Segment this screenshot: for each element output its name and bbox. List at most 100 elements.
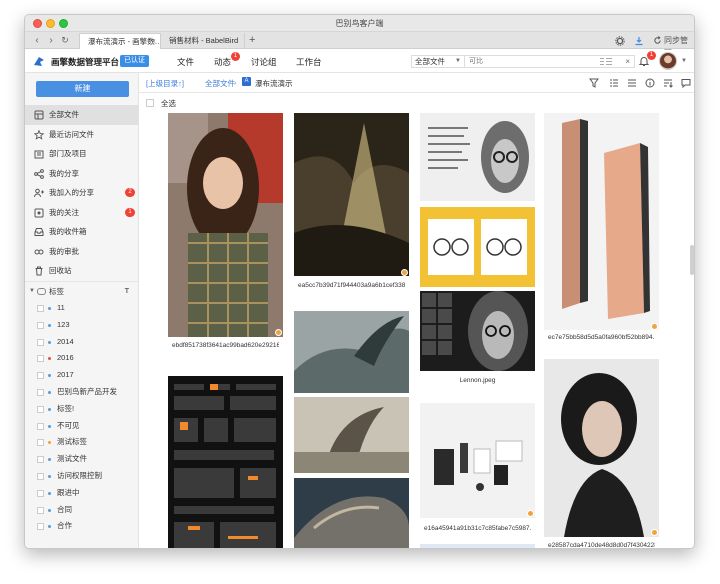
folder-icon: A bbox=[242, 77, 251, 86]
portrait-woman-short-hair-image bbox=[544, 359, 659, 537]
sidebar-item-following[interactable]: 我的关注 1 bbox=[25, 203, 138, 223]
tag-list: 11 123 2014 2016 2017 巴别鸟新产品开发 标签! 不可见 测试标签测试文件访… bbox=[25, 300, 138, 535]
tag-item[interactable]: 标签! bbox=[25, 401, 138, 418]
gallery-item[interactable] bbox=[294, 478, 409, 548]
tag-item[interactable]: 测试文件 bbox=[25, 451, 138, 468]
comment-icon[interactable] bbox=[681, 78, 691, 88]
tag-checkbox[interactable] bbox=[37, 338, 44, 346]
collapse-arrow-icon[interactable]: ▼ bbox=[29, 282, 35, 302]
tag-item[interactable]: 合同 bbox=[25, 502, 138, 519]
tag-item[interactable]: 2016 bbox=[25, 350, 138, 367]
tag-checkbox[interactable] bbox=[37, 456, 44, 464]
gear-icon[interactable] bbox=[615, 36, 625, 46]
tab-close-icon[interactable]: × bbox=[151, 34, 156, 49]
tag-checkbox[interactable] bbox=[37, 321, 44, 329]
tags-section-header[interactable]: ▼ 标签 T bbox=[25, 280, 138, 302]
sidebar-item-label: 我的分享 bbox=[49, 168, 79, 178]
tag-item[interactable]: 11 bbox=[25, 300, 138, 317]
breadcrumb-root[interactable]: 全部文件 bbox=[205, 78, 235, 89]
chevron-down-icon[interactable]: ▼ bbox=[681, 58, 687, 64]
gallery-item[interactable]: ec7e75bb58d5d5a0fa960bf52bb894… bbox=[544, 113, 659, 345]
breadcrumb-separator-icon: › bbox=[234, 78, 237, 87]
tag-checkbox[interactable] bbox=[37, 506, 44, 514]
gallery-item[interactable] bbox=[420, 113, 535, 203]
gallery-item[interactable] bbox=[294, 311, 409, 393]
tag-item[interactable]: 123 bbox=[25, 317, 138, 334]
tag-checkbox[interactable] bbox=[37, 305, 44, 312]
ui-design-elements-image bbox=[168, 376, 283, 548]
tag-checkbox[interactable] bbox=[37, 372, 44, 380]
gallery-item[interactable] bbox=[168, 376, 283, 548]
tag-item[interactable]: 跟进中 bbox=[25, 485, 138, 502]
search-options-icon[interactable] bbox=[600, 57, 612, 66]
tag-color-dot-icon bbox=[48, 307, 51, 310]
tag-filter-icon[interactable]: T bbox=[125, 282, 129, 302]
tag-label: 合作 bbox=[57, 521, 72, 531]
gallery-item[interactable]: e28587cda4710de48d8d0d7f4304228… bbox=[544, 359, 659, 548]
sidebar-item-trash[interactable]: 回收站 bbox=[25, 261, 138, 281]
gallery-item[interactable] bbox=[420, 207, 535, 287]
menu-lines-icon[interactable] bbox=[627, 78, 637, 88]
sidebar-item-label: 部门及项目 bbox=[49, 149, 87, 158]
gallery-item[interactable]: Lennon.jpeg bbox=[420, 291, 535, 391]
tag-checkbox[interactable] bbox=[37, 405, 44, 413]
collapse-sidebar-icon[interactable]: ‹ bbox=[126, 546, 129, 548]
new-button[interactable]: 新建 bbox=[36, 81, 129, 97]
search-input[interactable] bbox=[465, 56, 585, 67]
app-header: 画擎数据管理平台 已认证 文件 动态 1 讨论组 工作台 全部文件 ▼ × 1 … bbox=[25, 50, 694, 73]
tag-item[interactable]: 2014 bbox=[25, 334, 138, 351]
tag-item[interactable]: 访问权限控制 bbox=[25, 468, 138, 485]
filter-icon[interactable] bbox=[589, 78, 599, 88]
search-scope-select[interactable]: 全部文件 ▼ bbox=[411, 55, 465, 68]
sidebar-item-departments[interactable]: 部门及项目 bbox=[25, 144, 138, 164]
reload-icon[interactable]: ↻ bbox=[59, 34, 71, 47]
gallery-item[interactable] bbox=[294, 397, 409, 473]
verified-badge: 已认证 bbox=[120, 55, 149, 67]
sidebar-item-all-files[interactable]: 全部文件 bbox=[25, 105, 138, 125]
clear-search-icon[interactable]: × bbox=[625, 56, 630, 67]
sidebar-item-recent[interactable]: 最近访问文件 bbox=[25, 125, 138, 145]
sidebar-item-approvals[interactable]: 我的审批 bbox=[25, 242, 138, 262]
menu-files[interactable]: 文件 bbox=[177, 56, 194, 68]
gallery-item[interactable]: ebdf851738f3641ac99bad620e29216f… bbox=[168, 113, 283, 353]
gallery-item[interactable]: ea5cc7b39d71f944403a9a6b1cef3389… bbox=[294, 113, 409, 295]
tab-sales-materials[interactable]: 销售材料 - BabelBird bbox=[161, 33, 245, 49]
tab-waterfall-demo[interactable]: 瀑布流演示 - 画擎数… × bbox=[79, 33, 161, 49]
menu-workbench[interactable]: 工作台 bbox=[296, 56, 322, 68]
download-icon[interactable] bbox=[634, 36, 644, 46]
forward-icon[interactable]: › bbox=[45, 34, 57, 47]
joined-shares-badge: 2 bbox=[125, 188, 135, 197]
new-tab-icon[interactable]: + bbox=[249, 33, 255, 47]
tag-checkbox[interactable] bbox=[37, 523, 44, 531]
tag-label: 测试文件 bbox=[57, 454, 87, 464]
tag-checkbox[interactable] bbox=[37, 489, 44, 497]
gallery-item[interactable] bbox=[420, 544, 535, 548]
tag-checkbox[interactable] bbox=[37, 388, 44, 396]
select-all-checkbox[interactable] bbox=[146, 99, 154, 107]
menu-activity[interactable]: 动态 bbox=[214, 56, 231, 68]
breadcrumb-up[interactable]: [上级目录↑] bbox=[146, 78, 184, 89]
sort-icon[interactable] bbox=[663, 78, 673, 88]
select-all-label[interactable]: 全选 bbox=[161, 98, 176, 109]
tag-item[interactable]: 巴别鸟新产品开发 bbox=[25, 384, 138, 401]
tag-checkbox[interactable] bbox=[37, 355, 44, 363]
list-view-icon[interactable] bbox=[609, 78, 619, 88]
gallery-item[interactable]: e16a45941a91b31c7c85fabe7c5987… bbox=[420, 403, 535, 539]
back-icon[interactable]: ‹ bbox=[31, 34, 43, 47]
tag-checkbox[interactable] bbox=[37, 422, 44, 430]
info-icon[interactable] bbox=[645, 78, 655, 88]
sync-icon[interactable] bbox=[653, 36, 662, 45]
vertical-scrollbar[interactable] bbox=[690, 245, 694, 275]
tag-item[interactable]: 不可见 bbox=[25, 418, 138, 435]
menu-discussion[interactable]: 讨论组 bbox=[251, 56, 277, 68]
sidebar-item-joined-shares[interactable]: 我加入的分享 2 bbox=[25, 183, 138, 203]
avatar[interactable] bbox=[659, 52, 677, 70]
tag-item[interactable]: 合作 bbox=[25, 518, 138, 535]
tag-item[interactable]: 2017 bbox=[25, 367, 138, 384]
tag-checkbox[interactable] bbox=[37, 472, 44, 480]
tag-item[interactable]: 测试标签 bbox=[25, 434, 138, 451]
sidebar-item-my-shares[interactable]: 我的分享 bbox=[25, 164, 138, 184]
tag-label: 11 bbox=[57, 303, 65, 312]
tag-checkbox[interactable] bbox=[37, 439, 44, 447]
sidebar-item-inbox[interactable]: 我的收件箱 bbox=[25, 222, 138, 242]
